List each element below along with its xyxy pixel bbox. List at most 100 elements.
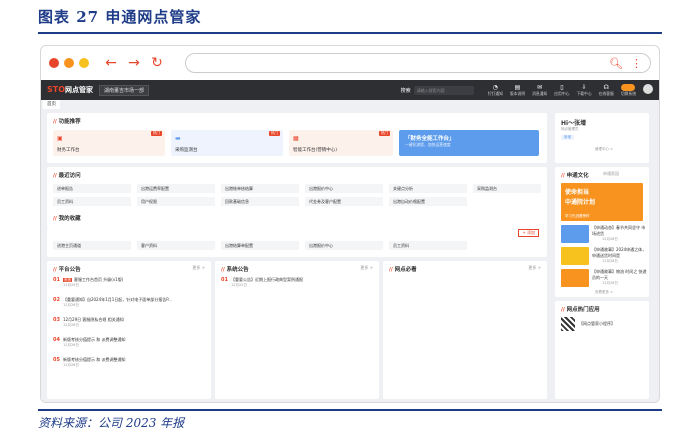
- tool-phone[interactable]: ▯ 应用中心: [554, 84, 569, 97]
- apps-card: 网点热门应用 【网点管家小程序】: [555, 301, 649, 399]
- qr-code-icon[interactable]: [561, 317, 575, 331]
- platform-title: 平台公告: [53, 265, 81, 273]
- mail-icon: ✉: [537, 83, 543, 91]
- reload-icon[interactable]: ↻: [148, 55, 166, 71]
- feature-purchase[interactable]: ▬ 热门 采购监测台: [171, 130, 283, 156]
- favorites-edit-button[interactable]: + 添加: [518, 229, 539, 237]
- culture-more-link[interactable]: 查看更多 >: [595, 290, 613, 295]
- source-note: 资料来源：公司 2023 年报: [38, 416, 185, 430]
- system-title: 系统公告: [221, 265, 249, 273]
- sto-logo: STO网点管家: [47, 85, 94, 94]
- feature-finance[interactable]: ▣ 热门 财务工作台: [53, 130, 165, 156]
- address-bar[interactable]: 🔍︎ ⋮: [185, 53, 651, 73]
- recent-item[interactable]: 出港运费率配置: [137, 184, 215, 193]
- notice-item[interactable]: 05 新版考核分值提示 和 派费调整通知 12月26日: [53, 357, 126, 368]
- doc-icon: ▤: [514, 83, 521, 91]
- system-more-link[interactable]: 更多 >: [360, 265, 373, 271]
- back-arrow-icon[interactable]: ←: [102, 55, 120, 71]
- news-item[interactable]: 【申通动态】春节共同坚守 市场进货 12月28日: [592, 225, 647, 242]
- finance-banner[interactable]: 「财务全能工作台」 一键化流程，加快运营速度: [399, 130, 539, 156]
- network-title: 网点必看: [389, 265, 417, 273]
- search-input[interactable]: 请输入搜索内容: [413, 85, 474, 95]
- functions-title: 功能推荐: [53, 117, 81, 125]
- tool-mail[interactable]: ✉ 消息通知: [532, 84, 547, 97]
- search-icon[interactable]: 🔍︎: [609, 57, 623, 70]
- tool-headset[interactable]: ☊ 在线客服: [599, 84, 614, 97]
- user-button[interactable]: 新增: [561, 135, 574, 140]
- recent-item[interactable]: 出港自动价格配置: [389, 197, 467, 206]
- maximize-dot[interactable]: [79, 58, 89, 68]
- tab-bar: 首页: [41, 100, 659, 109]
- recent-item[interactable]: 采购监测台: [473, 184, 541, 193]
- platform-card: 平台公告 更多 > 01系统客服工作台首页 升级(v1版)12月29日 02【重…: [47, 261, 211, 399]
- recent-item[interactable]: 出港报价中心: [305, 184, 383, 193]
- headset-icon: ☊: [603, 83, 609, 91]
- culture-card: 申通文化 申通家园 使命担当 中通院计划 学习先进看榜样 【申通动态】春节共同坚…: [555, 167, 649, 297]
- browser-window: ← → ↻ 🔍︎ ⋮ STO网点管家 湖南董吉市场一部 搜索 请输入搜索内容 ◔…: [40, 45, 660, 403]
- user-greeting: Hi～张增: [561, 120, 587, 127]
- toolbar: ◔ 钉钉通知 ▤ 版本说明 ✉ 消息通知 ▯ 应用中心 ⇩ 下载中心 ☊ 在线客服 切换系统: [488, 83, 653, 97]
- news-thumb[interactable]: [561, 247, 589, 265]
- news-thumb[interactable]: [561, 225, 589, 243]
- recent-item[interactable]: 用户权限: [137, 197, 215, 206]
- news-item[interactable]: 【申通故事】2024申通之体，申通送货时间是 12月28日: [592, 247, 647, 264]
- favorites-title: 我的收藏: [53, 214, 81, 222]
- app-search: 搜索 请输入搜索内容: [401, 85, 474, 95]
- tool-bell[interactable]: ◔ 钉钉通知: [488, 84, 503, 97]
- download-icon: ⇩: [581, 83, 587, 91]
- culture-title: 申通文化: [561, 171, 589, 179]
- culture-tab[interactable]: 申通家园: [603, 171, 619, 177]
- recent-item[interactable]: 出港账单核结算: [221, 184, 299, 193]
- apps-title: 网点热门应用: [561, 305, 600, 313]
- more-menu-icon[interactable]: ⋮: [631, 57, 642, 70]
- network-select[interactable]: 湖南董吉市场一部: [99, 84, 150, 96]
- browser-chrome: ← → ↻ 🔍︎ ⋮: [41, 46, 659, 80]
- finance-icon: ▣: [57, 135, 63, 142]
- hot-badge: 热门: [151, 131, 162, 136]
- favorite-item[interactable]: 客户资料: [137, 241, 215, 250]
- system-card: 系统公告 更多 > 01【重要公告】近期上报行政典型案例通报12月22日: [215, 261, 379, 399]
- app-item[interactable]: 【网点管家小程序】: [579, 321, 615, 327]
- hot-badge: 热门: [379, 131, 390, 136]
- minimize-dot[interactable]: [64, 58, 74, 68]
- feature-smart[interactable]: ▦ 热门 智能工作台(营销中心): [289, 130, 393, 156]
- favorite-item[interactable]: 出港结算单配置: [221, 241, 299, 250]
- recent-title: 最近访问: [53, 171, 81, 179]
- network-card: 网点必看 更多 >: [383, 261, 547, 399]
- recent-item[interactable]: 员工资料: [53, 197, 131, 206]
- recent-item[interactable]: 关键点分析: [389, 184, 467, 193]
- avatar[interactable]: [643, 83, 653, 94]
- notice-item[interactable]: 03 12月29日 客服隐私合规 相关通知 12月26日: [53, 317, 124, 328]
- user-role: 网点管理员: [561, 127, 579, 131]
- functions-card: 功能推荐 ▣ 热门 财务工作台 ▬ 热门 采购监测台 ▦ 热门 智能工作台(营销…: [47, 113, 547, 163]
- notice-item[interactable]: 01 【重要公告】近期上报行政典型案例通报 12月22日: [221, 277, 303, 288]
- notice-item[interactable]: 02 【重要通知】自2024年1月1日起，针对电子面单部分报告P... 12月26日: [53, 297, 172, 308]
- network-more-link[interactable]: 更多 >: [528, 265, 541, 271]
- tab-home[interactable]: 首页: [43, 100, 60, 109]
- notice-item[interactable]: 04 新版考核分值提示 和 派费调整通知 12月26日: [53, 337, 126, 348]
- favorite-item[interactable]: 员工资料: [389, 241, 467, 250]
- recent-card: 最近访问 进单报告 出港运费率配置 出港账单核结算 出港报价中心 关键点分析 采…: [47, 167, 547, 229]
- forward-arrow-icon[interactable]: →: [125, 55, 143, 71]
- monitor-icon: ▬: [175, 135, 181, 142]
- tool-download[interactable]: ⇩ 下载中心: [576, 84, 591, 97]
- tool-toggle[interactable]: 切换系统: [621, 83, 636, 97]
- tool-doc[interactable]: ▤ 版本说明: [510, 84, 525, 97]
- favorite-item[interactable]: 进港主页通道: [53, 241, 131, 250]
- favorites-card: 进港主页通道 客户资料 出港结算单配置 出港报价中心 员工资料 + 添加: [47, 229, 547, 257]
- close-dot[interactable]: [49, 58, 59, 68]
- recent-item[interactable]: 进单报告: [53, 184, 131, 193]
- bottom-rule: [38, 409, 662, 411]
- recent-item[interactable]: 回款基础信息: [221, 197, 299, 206]
- platform-more-link[interactable]: 更多 >: [192, 265, 205, 271]
- news-thumb[interactable]: [561, 269, 589, 287]
- news-item[interactable]: 【申通故事】物流 时间之 快递员的一天 12月26日: [592, 269, 647, 286]
- favorite-item[interactable]: 出港报价中心: [305, 241, 383, 250]
- notice-item[interactable]: 01 系统 客服工作台首页 升级(v1版) 12月29日: [53, 277, 123, 288]
- user-link[interactable]: 管理中心 >: [595, 147, 613, 152]
- culture-hero[interactable]: 使命担当 中通院计划 学习先进看榜样: [561, 183, 643, 221]
- top-rule: [38, 32, 662, 34]
- recent-item[interactable]: 代金券及客户配置: [305, 197, 383, 206]
- main-content: 功能推荐 ▣ 热门 财务工作台 ▬ 热门 采购监测台 ▦ 热门 智能工作台(营销…: [41, 109, 659, 402]
- toggle-icon: [621, 83, 636, 91]
